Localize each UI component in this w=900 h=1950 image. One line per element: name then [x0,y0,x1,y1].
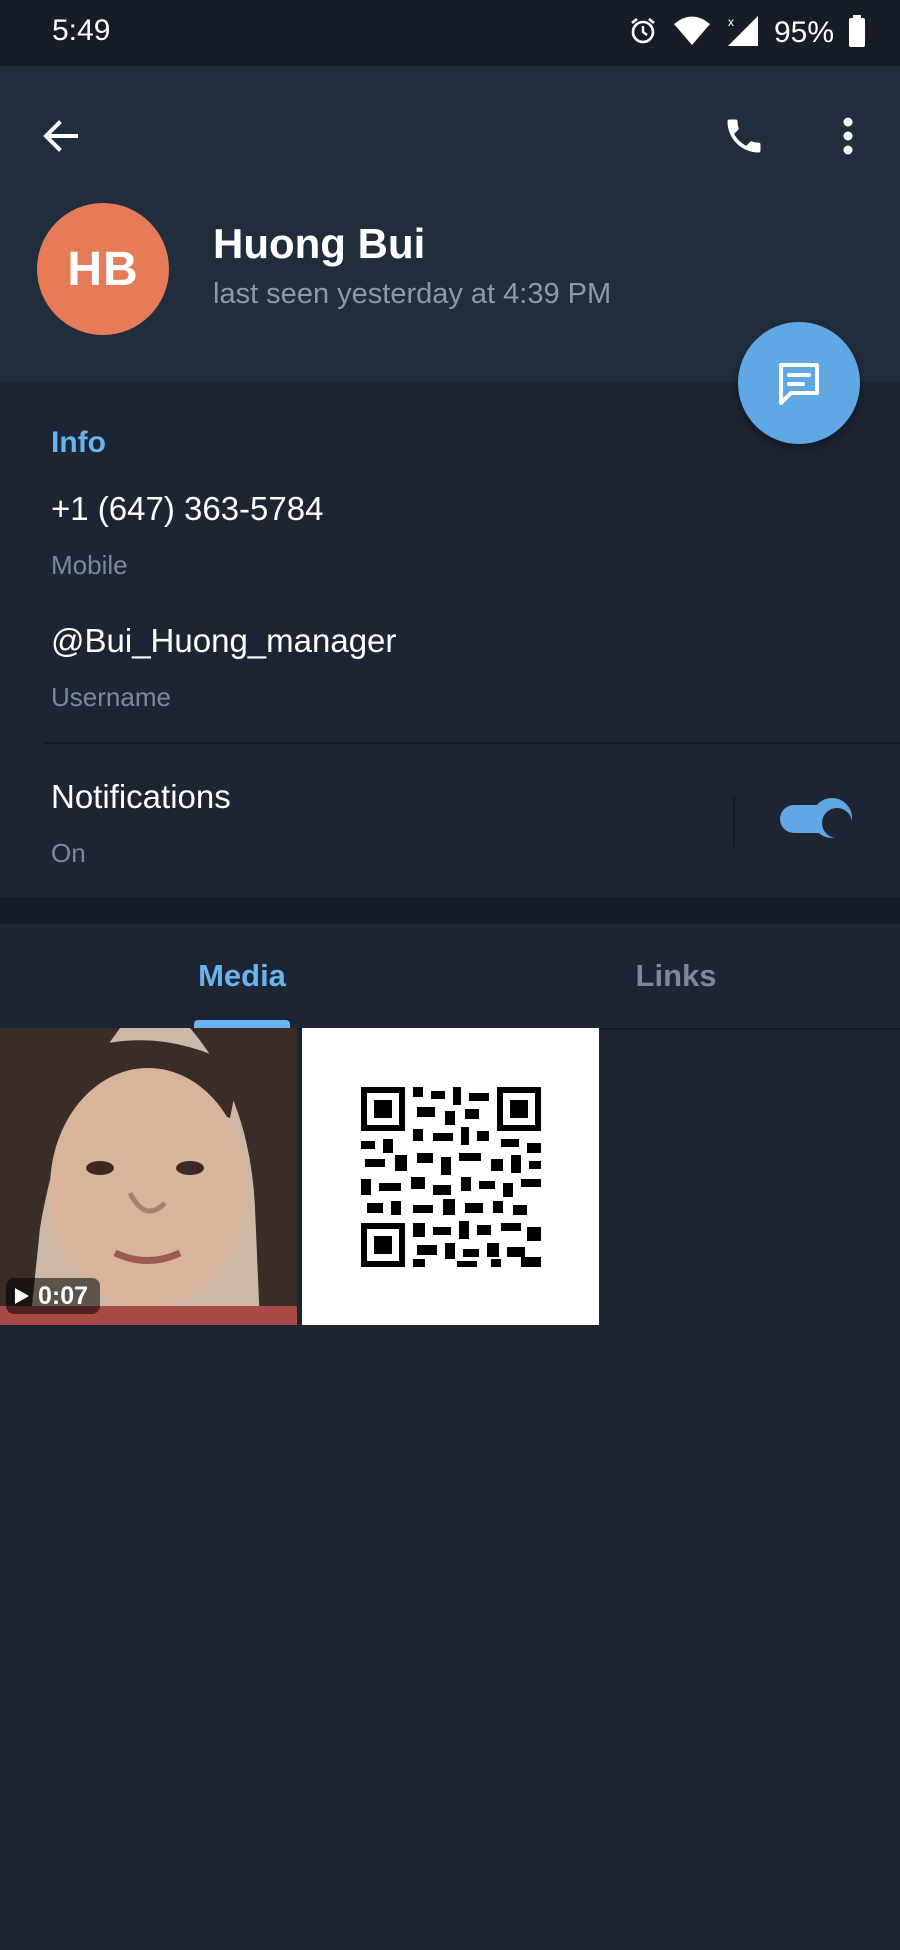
media-item-image[interactable] [302,1028,599,1325]
info-section: Info +1 (647) 363-5784 Mobile @Bui_Huong… [0,382,900,898]
send-message-button[interactable] [738,322,860,444]
play-icon [15,1288,29,1304]
more-options-button[interactable] [828,104,868,168]
wifi-icon [672,15,712,52]
username-value: @Bui_Huong_manager [51,622,397,659]
signal-icon: x [726,14,760,53]
tab-media[interactable]: Media [130,924,354,1028]
phone-label: Mobile [51,550,128,580]
username-label: Username [51,682,171,712]
back-button[interactable] [30,106,90,166]
arrow-back-icon [43,120,78,152]
info-title: Info [51,426,106,459]
message-icon [779,363,819,405]
phone-number: +1 (647) 363-5784 [51,490,324,527]
shared-media-tabs: Media Links [0,924,900,1030]
svg-text:x: x [728,15,734,29]
last-seen-status: last seen yesterday at 4:39 PM [213,278,612,310]
tab-links[interactable]: Links [566,924,786,1028]
active-tab-indicator [194,1020,290,1028]
notifications-toggle[interactable] [778,796,856,840]
vertical-divider [733,796,735,846]
call-button[interactable] [712,104,776,168]
section-gap [0,898,900,924]
alarm-icon [628,16,658,51]
toggle-knob [812,798,852,838]
notifications-title: Notifications [51,778,231,815]
profile-name: Huong Bui [213,220,426,267]
video-duration: 0:07 [38,1281,89,1310]
battery-percent: 95% [773,16,834,49]
phone-icon [727,119,761,153]
avatar[interactable]: HB [37,203,169,335]
media-item-video[interactable]: 0:07 [0,1028,297,1325]
notifications-state: On [51,838,86,868]
status-icons: x 95% [628,12,866,54]
divider [44,742,900,744]
status-time: 5:49 [52,14,111,47]
qr-code-image [360,1086,541,1267]
battery-icon [848,14,866,52]
status-bar: 5:49 x 95% [0,0,900,66]
more-vertical-icon [843,117,853,155]
video-duration-badge: 0:07 [6,1278,101,1314]
